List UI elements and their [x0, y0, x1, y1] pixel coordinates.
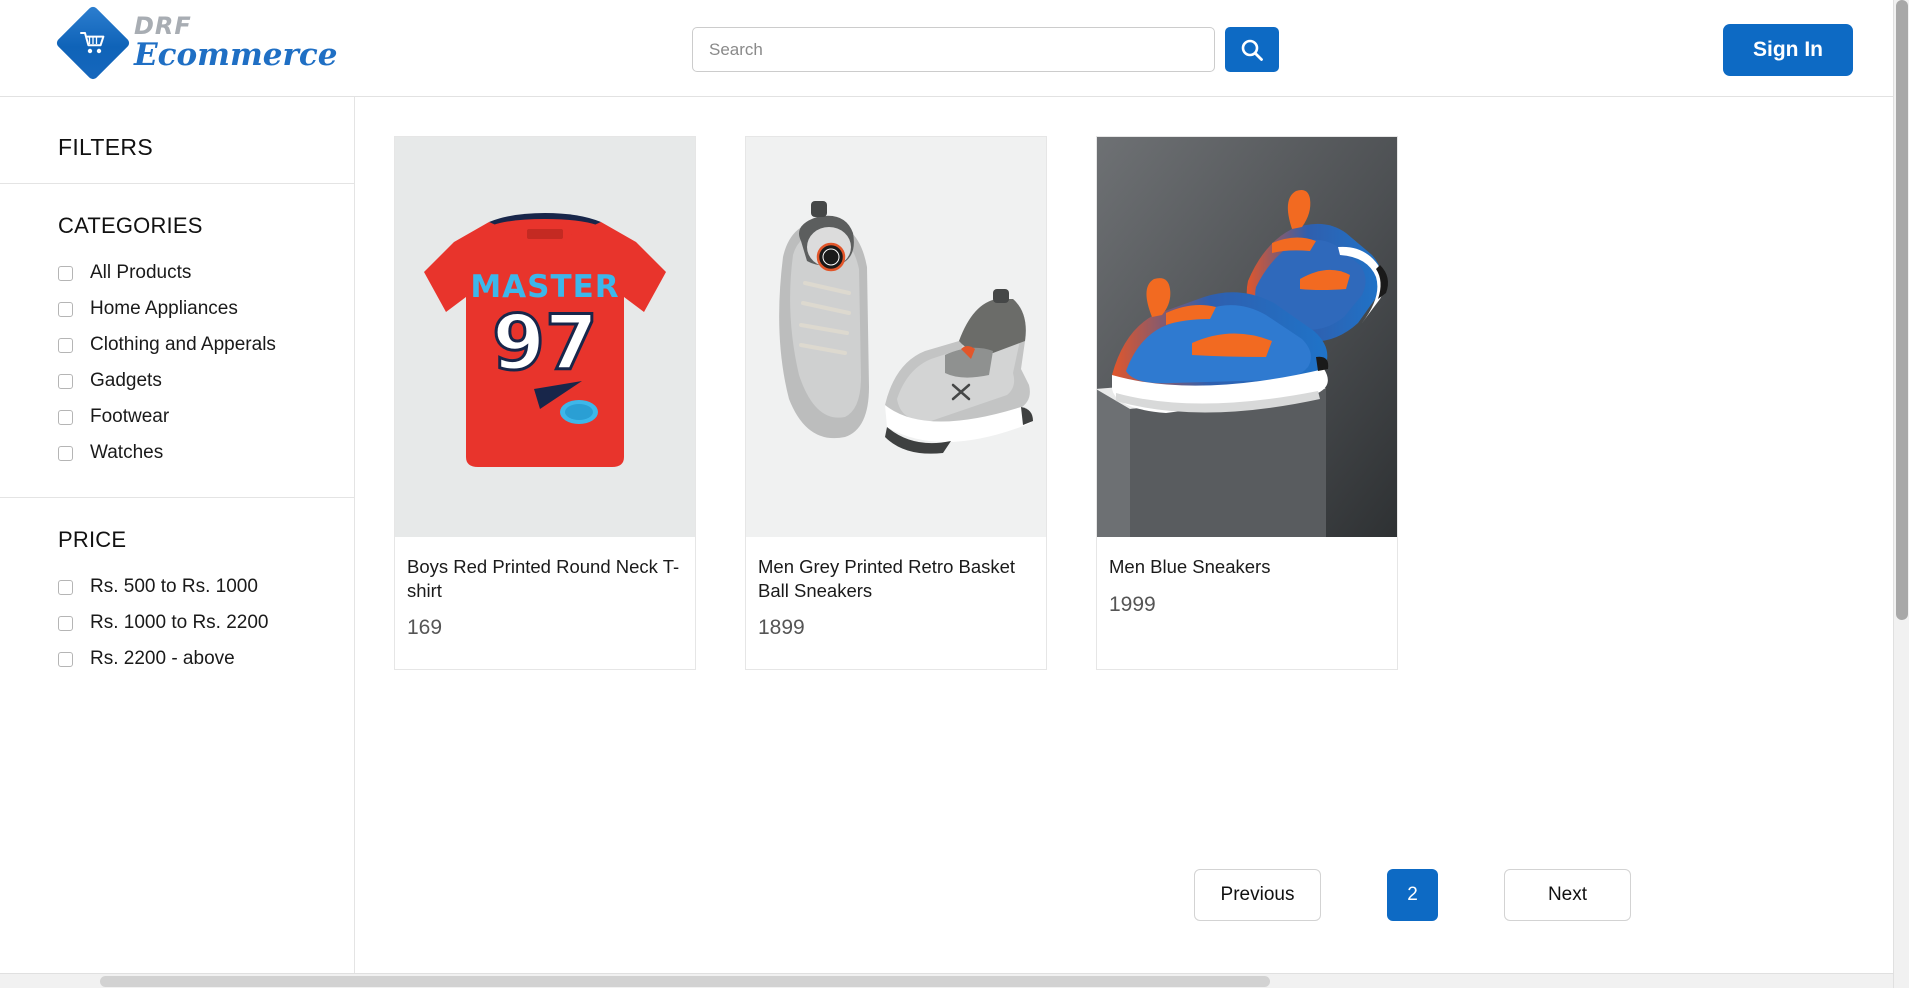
- filters-heading: FILTERS: [58, 134, 153, 160]
- checkbox-icon[interactable]: [58, 615, 73, 631]
- filter-option-label: Footwear: [90, 406, 170, 427]
- search-icon: [1241, 39, 1263, 61]
- checkbox-icon[interactable]: [58, 651, 73, 667]
- tshirt-illustration: MASTER 97: [395, 137, 695, 537]
- vertical-scrollbar[interactable]: [1893, 0, 1909, 988]
- filter-option-all-products[interactable]: All Products: [58, 255, 309, 291]
- filter-option-label: Rs. 2200 - above: [90, 648, 235, 669]
- product-card-body: Men Blue Sneakers 1999: [1097, 537, 1397, 669]
- checkbox-icon[interactable]: [58, 409, 73, 425]
- grey-sneakers-illustration: [746, 137, 1046, 537]
- filter-option-label: Watches: [90, 442, 164, 463]
- page-body: FILTERS CATEGORIES All Products Home App…: [0, 97, 1909, 988]
- checkbox-icon[interactable]: [58, 445, 73, 461]
- price-heading: PRICE: [58, 527, 127, 552]
- product-title: Men Blue Sneakers: [1109, 556, 1271, 577]
- product-image-blue-sneakers[interactable]: [1097, 137, 1397, 537]
- filters-sidebar: FILTERS CATEGORIES All Products Home App…: [0, 97, 355, 988]
- logo-secondary-text: Ecommerce: [134, 37, 338, 73]
- product-price: 1999: [1109, 592, 1156, 616]
- filter-option-price-1000-2200[interactable]: Rs. 1000 to Rs. 2200: [58, 605, 309, 641]
- product-image-grey-sneakers[interactable]: [746, 137, 1046, 537]
- pagination-next-button[interactable]: Next: [1504, 869, 1631, 921]
- site-header: DRF Ecommerce Sign In: [0, 0, 1909, 97]
- checkbox-icon[interactable]: [58, 337, 73, 353]
- filter-option-label: Rs. 1000 to Rs. 2200: [90, 612, 269, 633]
- product-listing-main: MASTER 97 Boys Red Printed Round Neck T-…: [355, 97, 1909, 988]
- product-card[interactable]: MASTER 97 Boys Red Printed Round Neck T-…: [394, 136, 696, 670]
- product-price: 1899: [758, 616, 805, 640]
- product-card-body: Men Grey Printed Retro Basket Ball Sneak…: [746, 537, 1046, 669]
- search-input[interactable]: [692, 27, 1215, 72]
- brand-logo-text: DRF Ecommerce: [134, 14, 337, 71]
- search-group: [692, 27, 1279, 72]
- shopping-cart-icon: [80, 31, 105, 53]
- svg-text:97: 97: [492, 298, 598, 387]
- categories-heading: CATEGORIES: [58, 213, 203, 238]
- search-button[interactable]: [1225, 27, 1279, 72]
- product-image-tshirt[interactable]: MASTER 97: [395, 137, 695, 537]
- filter-option-label: Home Appliances: [90, 298, 238, 319]
- pagination-previous-button[interactable]: Previous: [1194, 869, 1321, 921]
- filter-option-price-2200-above[interactable]: Rs. 2200 - above: [58, 641, 309, 677]
- filter-option-clothing-and-apperals[interactable]: Clothing and Apperals: [58, 327, 309, 363]
- filter-option-label: Rs. 500 to Rs. 1000: [90, 576, 258, 597]
- checkbox-icon[interactable]: [58, 579, 73, 595]
- pagination-current-page-button[interactable]: 2: [1387, 869, 1438, 921]
- product-card[interactable]: Men Blue Sneakers 1999: [1096, 136, 1398, 670]
- filter-option-label: Gadgets: [90, 370, 162, 391]
- filter-option-gadgets[interactable]: Gadgets: [58, 363, 309, 399]
- pagination: Previous 2 Next: [1194, 869, 1631, 921]
- checkbox-icon[interactable]: [58, 373, 73, 389]
- product-grid: MASTER 97 Boys Red Printed Round Neck T-…: [394, 136, 1909, 670]
- product-price: 169: [407, 616, 443, 640]
- filter-option-home-appliances[interactable]: Home Appliances: [58, 291, 309, 327]
- horizontal-scrollbar[interactable]: [0, 973, 1893, 988]
- checkbox-icon[interactable]: [58, 265, 73, 281]
- filter-option-watches[interactable]: Watches: [58, 435, 309, 471]
- vertical-scrollbar-thumb[interactable]: [1896, 0, 1908, 620]
- filter-option-footwear[interactable]: Footwear: [58, 399, 309, 435]
- product-title: Boys Red Printed Round Neck T-shirt: [407, 556, 680, 601]
- logo-primary-text: DRF: [134, 12, 192, 40]
- horizontal-scrollbar-thumb[interactable]: [100, 976, 1270, 987]
- logo-diamond-shape: [54, 4, 132, 81]
- brand-logo[interactable]: DRF Ecommerce: [54, 4, 337, 81]
- categories-option-list: All Products Home Appliances Clothing an…: [58, 255, 309, 497]
- filter-option-label: All Products: [90, 262, 192, 283]
- filter-option-price-500-1000[interactable]: Rs. 500 to Rs. 1000: [58, 569, 309, 605]
- blue-sneakers-illustration: [1097, 137, 1397, 537]
- filter-option-label: Clothing and Apperals: [90, 334, 276, 355]
- checkbox-icon[interactable]: [58, 301, 73, 317]
- product-card[interactable]: Men Grey Printed Retro Basket Ball Sneak…: [745, 136, 1047, 670]
- price-option-list: Rs. 500 to Rs. 1000 Rs. 1000 to Rs. 2200…: [58, 569, 309, 703]
- page-root: DRF Ecommerce Sign In FILTERS CATEGOR: [0, 0, 1909, 988]
- sign-in-button[interactable]: Sign In: [1723, 24, 1853, 76]
- product-title: Men Grey Printed Retro Basket Ball Sneak…: [758, 556, 1016, 601]
- product-card-body: Boys Red Printed Round Neck T-shirt 169: [395, 537, 695, 669]
